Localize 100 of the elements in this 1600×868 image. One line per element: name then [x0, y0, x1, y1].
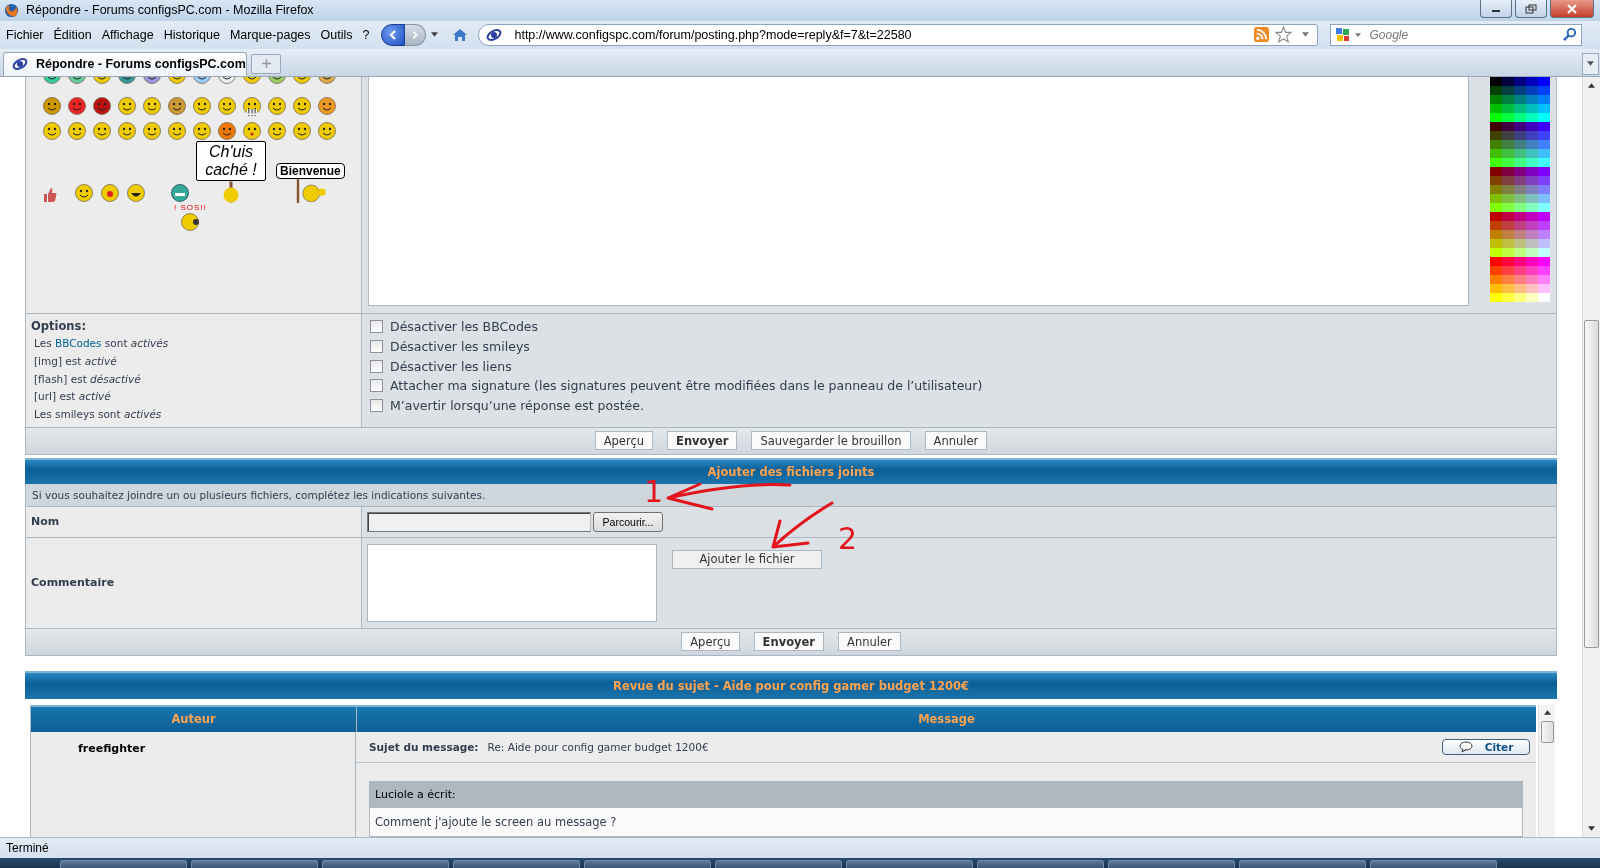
scroll-up-icon[interactable]	[1543, 709, 1551, 715]
smiley-icon[interactable]	[67, 95, 87, 116]
browse-button[interactable]: Parcourir...	[593, 511, 663, 532]
annotation-number: 2	[838, 523, 858, 554]
address-field[interactable]: http://www.configspc.com/forum/posting.php?mode=reply&f=7&t=22580	[478, 23, 1319, 46]
smiley-icon[interactable]	[192, 95, 212, 116]
form-button[interactable]: Aperçu	[681, 632, 740, 652]
smiley-icon[interactable]	[292, 95, 312, 116]
smiley-icon[interactable]	[142, 120, 162, 141]
checkbox[interactable]	[370, 339, 383, 353]
smiley-icon[interactable]	[292, 120, 312, 141]
restore-button[interactable]	[1515, 0, 1547, 18]
caret-icon[interactable]	[1355, 32, 1362, 37]
smiley-icon[interactable]	[92, 120, 112, 141]
caret-icon[interactable]	[1302, 32, 1310, 38]
menu-item[interactable]: Outils	[320, 27, 353, 42]
menu-item[interactable]: ?	[362, 27, 370, 42]
menu-item[interactable]: Historique	[163, 27, 220, 42]
quote-text: Comment j'ajoute le screen au message ?	[370, 807, 1522, 836]
quote-button[interactable]: Citer	[1442, 738, 1530, 755]
close-icon	[1566, 3, 1578, 14]
checkbox-label: Désactiver les smileys	[390, 338, 530, 354]
tab-list-button[interactable]	[1582, 52, 1599, 75]
smiley-icon[interactable]	[167, 95, 187, 116]
form-button[interactable]: Envoyer	[667, 431, 738, 451]
smiley-icon[interactable]	[317, 120, 337, 141]
smiley-icon[interactable]	[42, 120, 62, 141]
scrollbar-thumb[interactable]	[1540, 720, 1554, 743]
smiley-icon[interactable]	[167, 120, 187, 141]
form-button[interactable]: Aperçu	[594, 431, 654, 451]
bbcodes-link[interactable]: BBCodes	[54, 336, 102, 349]
smiley-icon[interactable]	[67, 120, 87, 141]
smiley-icon[interactable]	[267, 120, 287, 141]
caret-icon[interactable]	[431, 32, 439, 38]
search-engine-icon[interactable]	[1335, 26, 1352, 43]
menu-item[interactable]: Édition	[53, 27, 92, 42]
alarm-mark: !!!	[247, 108, 257, 118]
smiley-icon[interactable]	[317, 95, 337, 116]
search-icon[interactable]	[1562, 27, 1578, 43]
site-icon	[486, 26, 503, 43]
checkbox-label: M’avertir lorsqu’une réponse est postée.	[390, 398, 644, 413]
caret-icon	[1587, 61, 1594, 67]
scroll-down-icon[interactable]	[1588, 826, 1595, 831]
smiley-icon[interactable]	[217, 95, 237, 116]
speech-bubble-icon	[1458, 740, 1473, 753]
smiley-icon[interactable]	[217, 120, 237, 141]
field-label: Nom	[31, 515, 60, 529]
scroll-up-icon[interactable]	[1588, 82, 1595, 88]
status-text: Terminé	[6, 841, 49, 855]
scrollbar[interactable]	[1582, 76, 1600, 837]
star-icon[interactable]	[1275, 26, 1293, 44]
checkbox[interactable]	[370, 320, 383, 334]
column-header: Message	[917, 711, 976, 729]
search-field[interactable]: Google	[1330, 23, 1583, 46]
smiley-icon[interactable]	[142, 95, 162, 116]
subject-text: Re: Aide pour config gamer budget 1200€	[487, 740, 709, 753]
post-author: freefighter	[78, 741, 146, 755]
sign[interactable]: Bienvenue	[276, 162, 345, 179]
plus-icon	[261, 59, 271, 69]
minimize-button[interactable]	[1480, 0, 1512, 18]
file-field[interactable]	[367, 511, 591, 532]
sign[interactable]: Ch'uis caché !	[196, 140, 266, 181]
window-title: Répondre - Forums configsPC.com - Mozilla Firefox	[26, 3, 314, 18]
smiley-icon[interactable]	[180, 211, 201, 232]
form-button[interactable]: Envoyer	[753, 632, 824, 652]
scrollbar[interactable]	[1538, 704, 1555, 837]
home-icon[interactable]	[452, 26, 469, 43]
checkbox[interactable]	[370, 379, 383, 393]
smiley-icon[interactable]	[42, 95, 62, 116]
smiley-icon[interactable]	[92, 95, 112, 116]
smiley-icon[interactable]	[192, 120, 212, 141]
checkbox[interactable]	[370, 399, 383, 412]
subject-label: Sujet du message:	[369, 740, 479, 753]
close-button[interactable]	[1550, 0, 1594, 18]
form-button[interactable]: Annuler	[838, 632, 901, 652]
search-input[interactable]: Google	[1369, 27, 1563, 42]
browser-tab[interactable]: Répondre - Forums configsPC.com	[3, 51, 247, 76]
back-button[interactable]	[381, 23, 406, 46]
form-button[interactable]: Annuler	[924, 431, 988, 451]
checkbox[interactable]	[370, 359, 383, 373]
smiley-icon[interactable]	[74, 182, 94, 203]
form-button[interactable]: Sauvegarder le brouillon	[751, 431, 911, 451]
column-header: Auteur	[31, 706, 357, 732]
add-file-button[interactable]: Ajouter le fichier	[672, 549, 822, 569]
section-header: Revue du sujet - Aide pour config gamer budget 1200€	[25, 670, 1557, 699]
menu-item[interactable]: Affichage	[101, 27, 154, 42]
checkbox-label: Désactiver les liens	[390, 358, 512, 374]
smiley-icon[interactable]	[117, 120, 137, 141]
field-label: Commentaire	[31, 576, 115, 590]
thumbs-up-icon[interactable]	[42, 186, 58, 203]
option-text: [flash] est désactivé	[33, 371, 142, 387]
quote-header: Luciole a écrit:	[370, 781, 1522, 808]
menu-item[interactable]: Marque-pages	[229, 27, 311, 42]
smiley-icon[interactable]	[117, 95, 137, 116]
smiley-icon[interactable]	[126, 182, 146, 203]
menu-item[interactable]: Fichier	[6, 27, 44, 42]
scrollbar-thumb[interactable]	[1584, 319, 1599, 648]
color-palette[interactable]	[1490, 76, 1550, 302]
checkbox-label: Attacher ma signature (les signatures peuvent être modifiées dans le panneau de l’utilisateur)	[390, 378, 983, 394]
smiley-icon[interactable]	[267, 95, 287, 116]
